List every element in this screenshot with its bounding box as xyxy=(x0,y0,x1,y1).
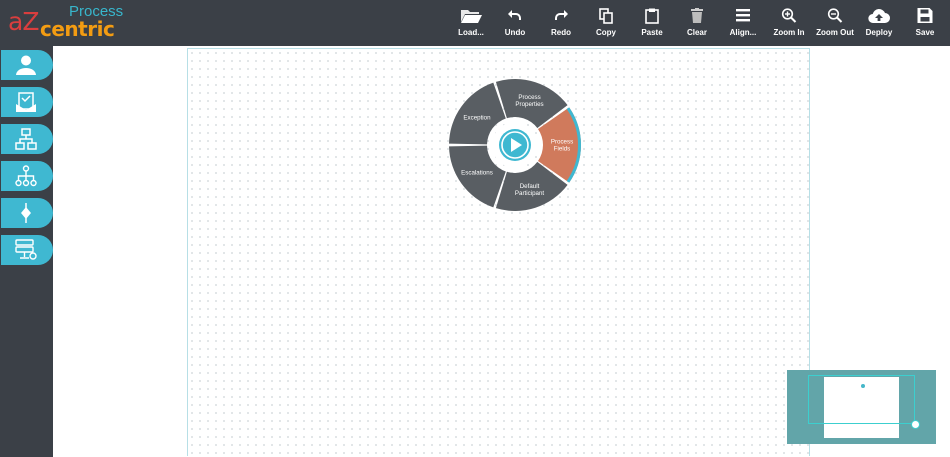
copy-icon xyxy=(599,8,613,24)
cloud-upload-icon xyxy=(868,9,890,24)
exception-segment-label: Exception xyxy=(463,114,491,121)
minimap-viewport[interactable] xyxy=(808,375,915,424)
zoom-in-button[interactable]: Zoom In xyxy=(764,0,814,46)
clear-button[interactable]: Clear xyxy=(672,0,722,46)
load-button[interactable]: Load... xyxy=(446,0,496,46)
redo-icon xyxy=(555,10,568,20)
zoom-out-button[interactable]: Zoom Out xyxy=(810,0,860,46)
participant-icon xyxy=(16,55,36,75)
subprocess-button[interactable] xyxy=(1,124,53,154)
app-logo: aZ Process centric xyxy=(6,3,126,43)
data-store-icon xyxy=(15,239,37,260)
undo-icon xyxy=(508,10,521,20)
trash-icon xyxy=(691,8,703,23)
process-radial-menu: ProcessPropertiesProcessFieldsDefaultPar… xyxy=(449,79,581,211)
undo-button[interactable]: Undo xyxy=(490,0,540,46)
save-icon xyxy=(917,8,933,23)
minimap-element-dot xyxy=(861,384,865,388)
gateway-icon xyxy=(21,203,31,223)
zoom-out-icon xyxy=(827,8,843,23)
align-button[interactable]: Align... xyxy=(718,0,768,46)
zoom-in-icon xyxy=(781,8,797,23)
subprocess-icon xyxy=(15,128,37,150)
default-participant-segment-label: Default xyxy=(520,183,540,190)
palette-sidebar xyxy=(0,46,53,457)
gateway-button[interactable] xyxy=(1,198,53,228)
process-fields-segment-label: Fields xyxy=(554,146,571,153)
paste-button[interactable]: Paste xyxy=(627,0,677,46)
minimap[interactable] xyxy=(787,370,936,444)
top-toolbar: aZ Process centric Load... Undo Redo Cop… xyxy=(0,0,950,46)
align-icon xyxy=(736,9,750,22)
minimap-resize-handle[interactable] xyxy=(911,420,920,429)
hierarchy-icon xyxy=(15,165,37,187)
play-button[interactable] xyxy=(492,122,538,168)
participant-button[interactable] xyxy=(1,50,53,80)
folder-open-icon xyxy=(461,10,482,23)
copy-button[interactable]: Copy xyxy=(581,0,631,46)
data-store-button[interactable] xyxy=(1,235,53,265)
task-icon xyxy=(16,92,36,112)
hierarchy-button[interactable] xyxy=(1,161,53,191)
paste-icon xyxy=(645,8,659,24)
redo-button[interactable]: Redo xyxy=(536,0,586,46)
logo-az-text: aZ xyxy=(8,7,39,36)
escalations-segment-label: Escalations xyxy=(461,170,493,177)
process-fields-segment-label: Process xyxy=(551,139,573,146)
save-label: Save xyxy=(915,28,935,37)
logo-centric-text: centric xyxy=(40,17,115,41)
save-button[interactable]: Save xyxy=(900,0,950,46)
process-properties-segment-label: Properties xyxy=(515,101,543,108)
default-participant-segment-label: Participant xyxy=(515,190,545,197)
deploy-button[interactable]: Deploy xyxy=(854,0,904,46)
process-properties-segment-label: Process xyxy=(518,94,540,101)
task-button[interactable] xyxy=(1,87,53,117)
